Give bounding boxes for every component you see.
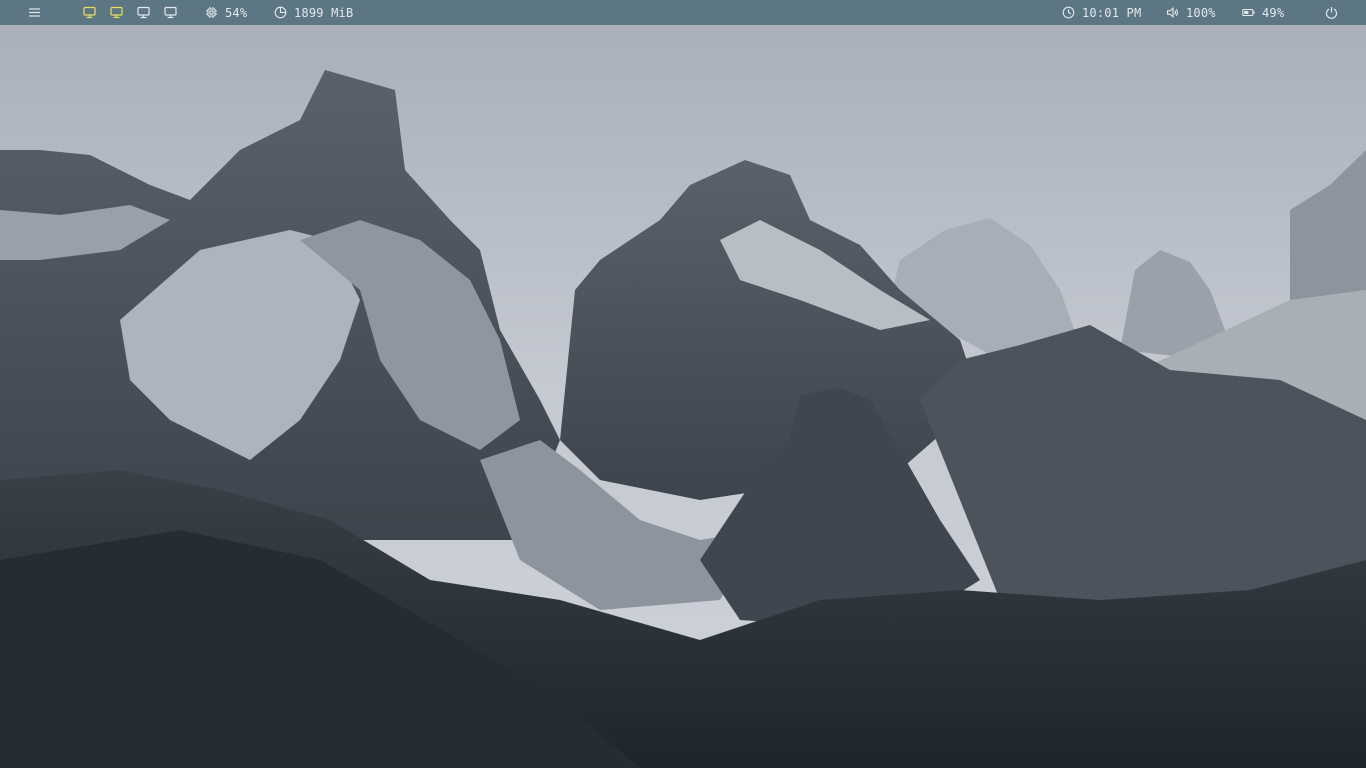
clock-icon bbox=[1062, 6, 1075, 19]
clock-widget[interactable]: 10:01 PM bbox=[1062, 0, 1141, 25]
workspace-2[interactable] bbox=[110, 0, 123, 25]
cpu-icon bbox=[206, 7, 217, 18]
top-status-bar: 54% 1899 MiB 10:01 PM 100% 49% bbox=[0, 0, 1366, 25]
memory-widget[interactable]: 1899 MiB bbox=[274, 0, 353, 25]
cpu-usage: 54% bbox=[225, 5, 248, 20]
battery-widget[interactable]: 49% bbox=[1242, 0, 1284, 25]
monitor-icon bbox=[83, 6, 96, 19]
menu-button[interactable] bbox=[28, 0, 41, 25]
volume-level: 100% bbox=[1186, 5, 1216, 20]
memory-usage: 1899 MiB bbox=[294, 5, 354, 20]
workspace-1[interactable] bbox=[83, 0, 96, 25]
clock-time: 10:01 PM bbox=[1082, 5, 1142, 20]
monitor-icon bbox=[164, 6, 177, 19]
monitor-icon bbox=[110, 6, 123, 19]
monitor-icon bbox=[137, 6, 150, 19]
battery-icon bbox=[1242, 8, 1255, 17]
cpu-widget[interactable]: 54% bbox=[205, 0, 247, 25]
volume-icon bbox=[1166, 6, 1178, 19]
battery-level: 49% bbox=[1262, 5, 1285, 20]
desktop-wallpaper bbox=[0, 0, 1366, 768]
menu-icon bbox=[29, 8, 40, 17]
power-icon bbox=[1325, 7, 1338, 19]
memory-icon bbox=[274, 6, 287, 19]
power-button[interactable] bbox=[1325, 0, 1338, 25]
workspace-3[interactable] bbox=[137, 0, 150, 25]
volume-widget[interactable]: 100% bbox=[1166, 0, 1216, 25]
workspace-4[interactable] bbox=[164, 0, 177, 25]
